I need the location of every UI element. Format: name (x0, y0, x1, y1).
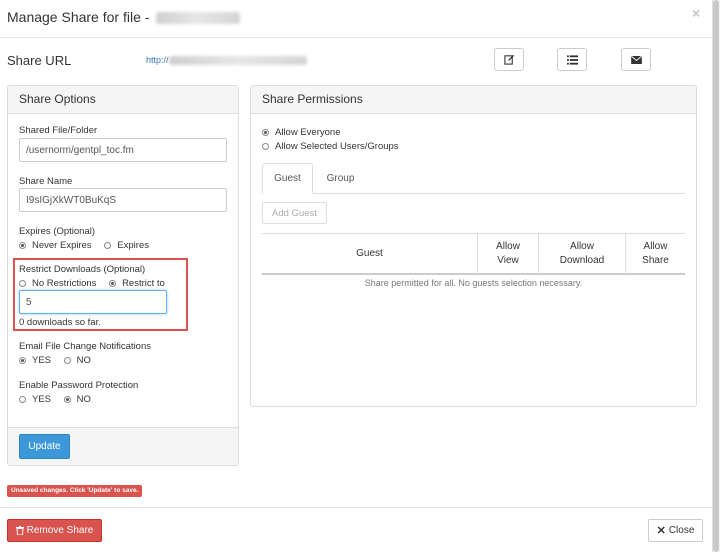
share-name-label: Share Name (19, 176, 73, 187)
column-allow-download: Allow Download (539, 233, 626, 275)
radio-email-no[interactable]: NO (63, 355, 91, 366)
expires-label: Expires (Optional) (19, 226, 96, 237)
modal-title: Manage Share for file - (7, 9, 241, 25)
list-icon (566, 54, 578, 65)
radio-password-yes[interactable]: YES (19, 394, 51, 405)
update-button[interactable]: Update (19, 434, 70, 459)
restrict-label: Restrict Downloads (Optional) (19, 264, 146, 275)
radio-dot (262, 129, 269, 136)
close-button[interactable]: ✕ Close (648, 519, 703, 542)
modal-title-text: Manage Share for file - (7, 9, 150, 25)
radio-dot (19, 357, 26, 364)
radio-dot (19, 280, 26, 287)
email-radio-group: YES NO (19, 355, 101, 366)
radio-dot (19, 242, 26, 249)
radio-dot (109, 280, 117, 287)
radio-dot (104, 242, 112, 249)
radio-dot (19, 396, 26, 403)
column-allow-share: Allow Share (626, 233, 685, 275)
remove-share-button[interactable]: Remove Share (7, 519, 102, 542)
envelope-icon (630, 55, 642, 64)
share-permissions-heading: Share Permissions (251, 86, 696, 114)
column-guest: Guest (262, 233, 478, 275)
redacted-url (168, 56, 307, 66)
downloads-so-far: 0 downloads so far. (19, 317, 101, 328)
radio-never-expires[interactable]: Never Expires (19, 240, 92, 251)
share-name-input[interactable] (19, 188, 227, 212)
redacted-filename (156, 12, 241, 25)
share-url-prefix: http:// (146, 55, 169, 65)
edit-icon (503, 54, 514, 65)
permissions-note: Share permitted for all. No guests selec… (364, 278, 583, 288)
radio-dot (63, 357, 71, 364)
radio-dot (63, 396, 71, 403)
column-allow-view: Allow View (478, 233, 539, 275)
share-options-heading: Share Options (8, 86, 238, 114)
email-notify-label: Email File Change Notifications (19, 341, 152, 352)
restrict-radio-group: No Restrictions Restrict to (19, 278, 175, 289)
add-guest-button[interactable]: Add Guest (262, 202, 327, 224)
radio-password-no[interactable]: NO (63, 394, 91, 405)
close-x-icon: ✕ (656, 525, 666, 537)
share-url-link[interactable]: http:// (146, 55, 307, 66)
trash-icon (15, 526, 24, 535)
footer-divider (0, 507, 712, 508)
list-button[interactable] (557, 48, 587, 71)
password-label: Enable Password Protection (19, 380, 139, 391)
shared-file-input[interactable] (19, 138, 227, 162)
shared-file-label: Shared File/Folder (19, 125, 98, 136)
radio-no-restrictions[interactable]: No Restrictions (19, 278, 96, 289)
radio-dot (262, 143, 269, 150)
tab-group[interactable]: Group (313, 163, 368, 193)
unsaved-warning-badge: Unsaved changes. Click 'Update' to save. (7, 485, 143, 497)
scrollbar-thumb[interactable] (713, 0, 719, 552)
email-button[interactable] (621, 48, 651, 71)
radio-allow-selected[interactable]: Allow Selected Users/Groups (262, 141, 399, 152)
tab-guest[interactable]: Guest (262, 163, 313, 194)
radio-expires[interactable]: Expires (104, 240, 149, 251)
close-icon[interactable]: × (692, 5, 700, 21)
share-url-label: Share URL (7, 53, 72, 68)
password-radio-group: YES NO (19, 394, 101, 405)
radio-allow-everyone[interactable]: Allow Everyone (262, 127, 340, 138)
radio-email-yes[interactable]: YES (19, 355, 51, 366)
tabs-divider (262, 193, 685, 194)
edit-button[interactable] (494, 48, 524, 71)
expires-radio-group: Never Expires Expires (19, 240, 159, 251)
restrict-count-input[interactable] (19, 290, 167, 314)
radio-restrict-to[interactable]: Restrict to (109, 278, 165, 289)
